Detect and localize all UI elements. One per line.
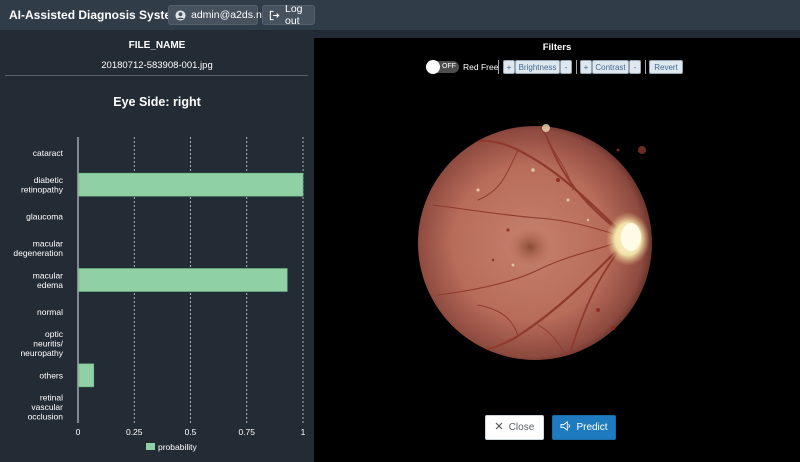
predict-icon [560, 421, 571, 434]
bar-macular-edema [78, 268, 288, 292]
close-label: Close [508, 422, 535, 433]
predict-label: Predict [576, 422, 608, 433]
separator [645, 60, 646, 74]
category-label: cataract [33, 148, 64, 158]
predict-button[interactable]: Predict [552, 415, 616, 440]
x-tick-label: 0 [76, 427, 81, 437]
brightness-increase-button[interactable]: + [503, 60, 515, 74]
user-email: admin@a2ds.net [191, 9, 271, 21]
x-tick-label: 0.5 [185, 427, 197, 437]
x-tick-label: 0.25 [126, 427, 143, 437]
category-label: diabetic retinopathy [21, 175, 64, 195]
bar-diabetic-retinopathy [78, 172, 304, 197]
bar-others [78, 363, 95, 388]
revert-button[interactable]: Revert [649, 60, 683, 74]
fundus-image [418, 110, 652, 381]
toggle-state: OFF [442, 63, 456, 70]
category-label: macular edema [33, 270, 63, 290]
category-label: retinal vascular occlusion [28, 393, 64, 422]
x-tick-label: 0.75 [238, 427, 255, 437]
brightness-decrease-button[interactable]: - [560, 60, 572, 74]
logout-button[interactable]: Log out [262, 3, 315, 27]
logout-label: Log out [285, 3, 303, 27]
separator [498, 60, 499, 74]
logout-icon [269, 10, 280, 21]
contrast-decrease-button[interactable]: - [629, 60, 641, 74]
close-button[interactable]: Close [485, 415, 544, 440]
app-title: AI-Assisted Diagnosis System [9, 8, 182, 22]
red-free-label: Red Free [463, 62, 499, 72]
category-label: glaucoma [26, 211, 63, 221]
contrast-increase-button[interactable]: + [580, 60, 592, 74]
category-label: optic neuritis/neuropathy [20, 329, 63, 358]
image-viewer-panel: Filters OFF Red Free + Brightness - + Co… [314, 38, 800, 462]
probability-chart: 0 0.25 0.5 0.75 1 cataract diabetic retinopathy… [13, 137, 306, 452]
top-bar: AI-Assisted Diagnosis System admin@a2ds.… [0, 0, 800, 30]
category-label: normal [37, 307, 63, 317]
legend-swatch [146, 443, 155, 450]
brightness-label: Brightness [515, 60, 560, 74]
category-label: macular degeneration [13, 238, 63, 258]
contrast-label: Contrast [592, 60, 629, 74]
red-free-toggle[interactable]: OFF [426, 60, 459, 74]
x-tick-label: 1 [301, 427, 306, 437]
user-icon [175, 9, 186, 21]
category-label: others [39, 370, 63, 380]
separator [576, 60, 577, 74]
close-icon [495, 422, 503, 433]
filters-title: Filters [542, 42, 572, 53]
toggle-knob [426, 60, 440, 74]
legend-label: probability [158, 442, 197, 452]
user-account-button[interactable]: admin@a2ds.net [168, 5, 271, 25]
